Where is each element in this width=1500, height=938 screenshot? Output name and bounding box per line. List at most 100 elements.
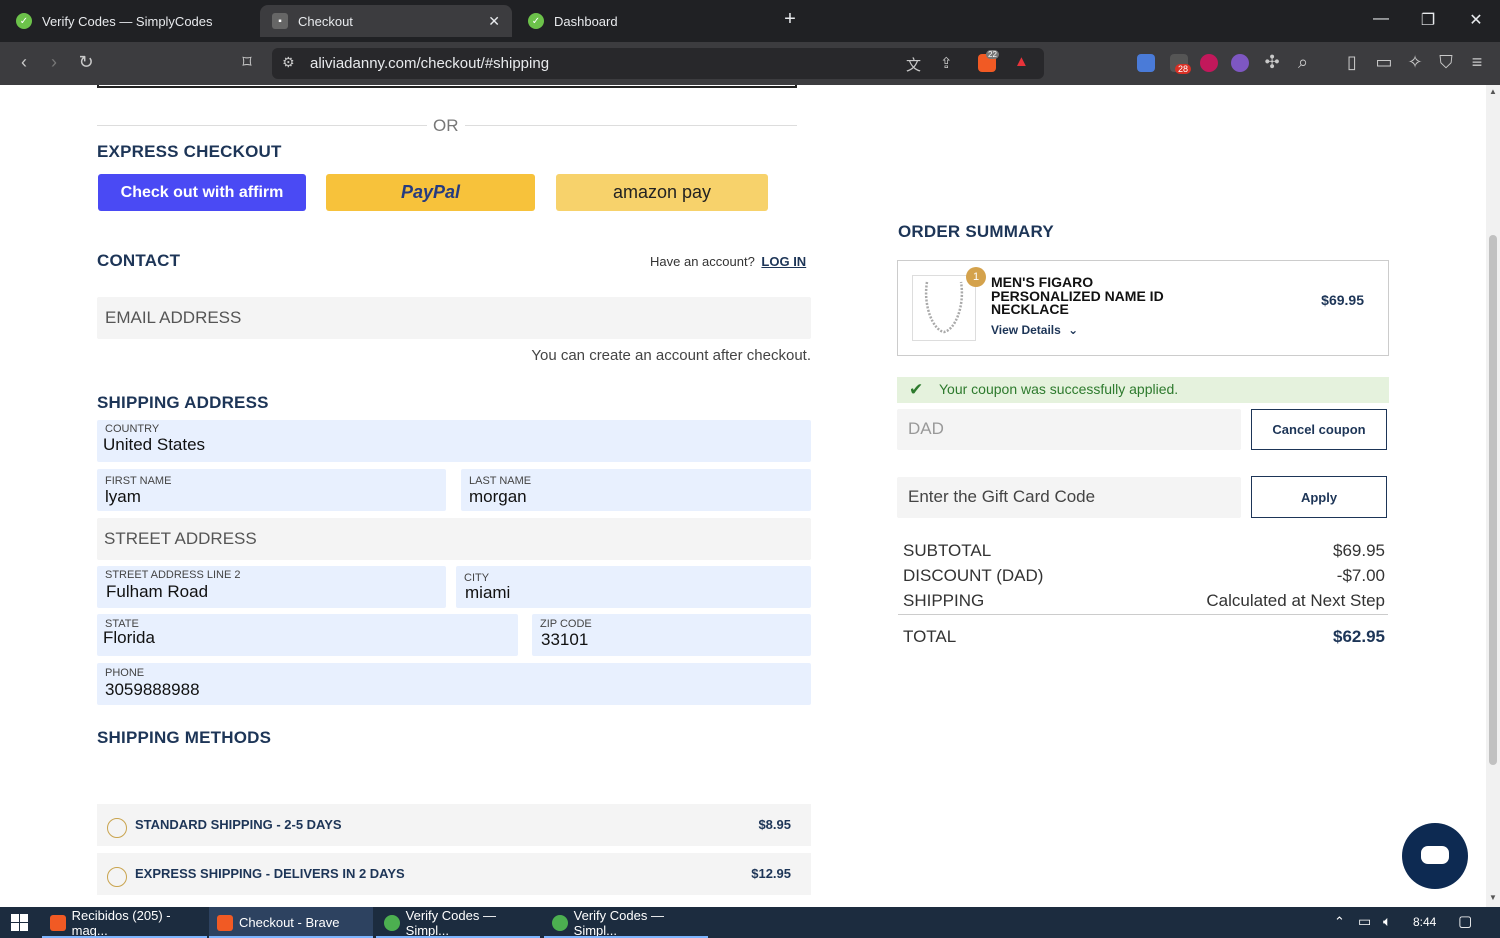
street-address-field[interactable]: STREET ADDRESS: [97, 518, 811, 560]
or-divider-text: OR: [427, 116, 465, 136]
state-value: Florida: [103, 628, 155, 647]
apply-gift-card-button[interactable]: Apply: [1251, 476, 1387, 518]
taskbar-item-verify-codes[interactable]: Verify Codes — Simpl...: [376, 907, 540, 938]
menu-icon[interactable]: ≡: [1465, 52, 1489, 73]
scroll-down-icon[interactable]: ▼: [1489, 893, 1497, 902]
brave-icon: [217, 914, 233, 931]
shipping-method-name: STANDARD SHIPPING - 2-5 DAYS: [135, 817, 342, 832]
shipping-value: Calculated at Next Step: [1206, 591, 1385, 610]
dashboard-favicon-icon: ✓: [528, 13, 544, 29]
view-details-label: View Details: [991, 323, 1061, 337]
volume-icon[interactable]: 🔈︎: [1383, 913, 1391, 930]
cancel-coupon-button[interactable]: Cancel coupon: [1251, 409, 1387, 450]
clock-time[interactable]: 8:44: [1413, 915, 1436, 929]
coupon-code-value: DAD: [908, 419, 944, 438]
email-field[interactable]: EMAIL ADDRESS: [97, 297, 811, 339]
tab-search-icon[interactable]: ⌕: [1291, 52, 1315, 73]
tray-chevron-up-icon[interactable]: ⌃: [1334, 914, 1345, 930]
scrollbar-thumb[interactable]: [1489, 235, 1497, 765]
vpn-shield-icon[interactable]: ⛉: [1434, 52, 1458, 73]
subtotal-label: SUBTOTAL: [903, 541, 992, 560]
item-price: $69.95: [1321, 292, 1364, 308]
state-select[interactable]: STATE Florida: [97, 614, 518, 656]
first-name-field[interactable]: FIRST NAME lyam: [97, 469, 446, 511]
coupon-code-field[interactable]: DAD: [897, 409, 1241, 450]
view-details-toggle[interactable]: View Details ⌄: [991, 323, 1078, 337]
gift-card-field[interactable]: Enter the Gift Card Code: [897, 477, 1241, 518]
back-icon[interactable]: ‹: [12, 52, 36, 73]
street-address-line2-field[interactable]: STREET ADDRESS LINE 2 Fulham Road: [97, 566, 446, 608]
radio-button[interactable]: [107, 867, 127, 887]
sidebar-toggle-icon[interactable]: ▯: [1340, 52, 1364, 73]
radio-button[interactable]: [107, 818, 127, 838]
phone-field[interactable]: PHONE 3059888988: [97, 663, 811, 705]
shipping-method-standard[interactable]: STANDARD SHIPPING - 2-5 DAYS $8.95: [97, 804, 811, 846]
city-field[interactable]: CITY miami: [456, 566, 811, 608]
site-settings-icon[interactable]: ⚙: [282, 54, 295, 71]
bookmark-icon[interactable]: ⌑: [235, 52, 259, 73]
translate-icon[interactable]: 文: [906, 54, 921, 75]
windows-start-icon[interactable]: [11, 914, 28, 931]
tab-checkout[interactable]: ▪ Checkout ✕: [260, 5, 512, 37]
zip-label: ZIP CODE: [540, 618, 592, 630]
coupon-success-text: Your coupon was successfully applied.: [939, 381, 1179, 397]
brave-icon: [50, 914, 66, 931]
tab-dashboard[interactable]: ✓ Dashboard: [516, 5, 766, 37]
country-label: COUNTRY: [105, 423, 160, 435]
zip-code-field[interactable]: ZIP CODE 33101: [532, 614, 811, 656]
street2-label: STREET ADDRESS LINE 2: [105, 569, 241, 581]
extension-purple-icon[interactable]: [1231, 54, 1249, 72]
checkmark-icon: ✔: [909, 380, 924, 399]
previous-section-box: [97, 85, 797, 88]
taskbar-item-label: Recibidos (205) - mag...: [71, 907, 171, 938]
wallet-icon[interactable]: ▭: [1372, 52, 1396, 73]
last-name-field[interactable]: LAST NAME morgan: [461, 469, 811, 511]
restore-icon[interactable]: ❐: [1413, 10, 1443, 30]
translate-extension-icon[interactable]: [1137, 54, 1155, 72]
country-select[interactable]: COUNTRY United States: [97, 420, 811, 462]
zip-value: 33101: [541, 630, 589, 649]
leo-ai-icon[interactable]: ✧: [1403, 52, 1427, 73]
close-tab-icon[interactable]: ✕: [488, 13, 500, 30]
share-icon[interactable]: ⇪: [940, 54, 953, 72]
new-tab-button[interactable]: +: [775, 8, 805, 31]
page-scrollbar[interactable]: ▲ ▼: [1486, 85, 1500, 907]
paypal-button[interactable]: PayPal: [326, 174, 535, 211]
simplycodes-favicon-icon: ✓: [16, 13, 32, 29]
notifications-icon[interactable]: ▢: [1458, 912, 1472, 930]
network-icon[interactable]: ▭: [1358, 913, 1371, 930]
windows-taskbar: Recibidos (205) - mag... Checkout - Brav…: [0, 907, 1500, 938]
brave-rewards-icon[interactable]: ▲: [1014, 53, 1029, 70]
item-name: MEN'S FIGARO PERSONALIZED NAME ID NECKLA…: [991, 275, 1164, 317]
minimize-icon[interactable]: —: [1366, 10, 1396, 28]
shipping-method-price: $8.95: [758, 817, 791, 832]
item-name-line: NECKLACE: [991, 301, 1069, 317]
tab-label: Checkout: [298, 13, 353, 29]
amazon-pay-button[interactable]: amazon pay: [556, 174, 768, 211]
chat-button[interactable]: [1402, 823, 1468, 889]
url-text: aliviadanny.com/checkout/#shipping: [310, 55, 550, 72]
taskbar-item-checkout[interactable]: Checkout - Brave: [209, 907, 373, 938]
subtotal-value: $69.95: [1333, 541, 1385, 560]
shipping-method-express[interactable]: EXPRESS SHIPPING - DELIVERS IN 2 DAYS $1…: [97, 853, 811, 895]
login-link[interactable]: LOG IN: [761, 254, 806, 269]
extensions-puzzle-icon[interactable]: ✣: [1260, 52, 1284, 73]
taskbar-item-label: Verify Codes — Simpl...: [405, 907, 496, 938]
shipping-address-title: SHIPPING ADDRESS: [97, 393, 269, 412]
email-placeholder: EMAIL ADDRESS: [105, 308, 242, 327]
order-summary-title: ORDER SUMMARY: [898, 222, 1054, 241]
ublock-icon[interactable]: [1200, 54, 1218, 72]
affirm-checkout-button[interactable]: Check out with affirm: [98, 174, 306, 211]
close-window-icon[interactable]: ✕: [1461, 10, 1491, 30]
discount-value: -$7.00: [1336, 566, 1385, 585]
coupon-success-banner: ✔ Your coupon was successfully applied.: [897, 377, 1389, 403]
address-bar[interactable]: ⚙ aliviadanny.com/checkout/#shipping 文 ⇪…: [272, 48, 1044, 79]
first-name-label: FIRST NAME: [105, 475, 172, 487]
scroll-up-icon[interactable]: ▲: [1489, 87, 1497, 96]
reload-icon[interactable]: ↻: [74, 52, 98, 73]
taskbar-item-recibidos[interactable]: Recibidos (205) - mag...: [42, 907, 207, 938]
forward-icon[interactable]: ›: [42, 52, 66, 73]
tab-verify-codes[interactable]: ✓ Verify Codes — SimplyCodes: [4, 5, 254, 37]
phone-value: 3059888988: [105, 680, 200, 699]
taskbar-item-verify-codes-2[interactable]: Verify Codes — Simpl...: [544, 907, 708, 938]
